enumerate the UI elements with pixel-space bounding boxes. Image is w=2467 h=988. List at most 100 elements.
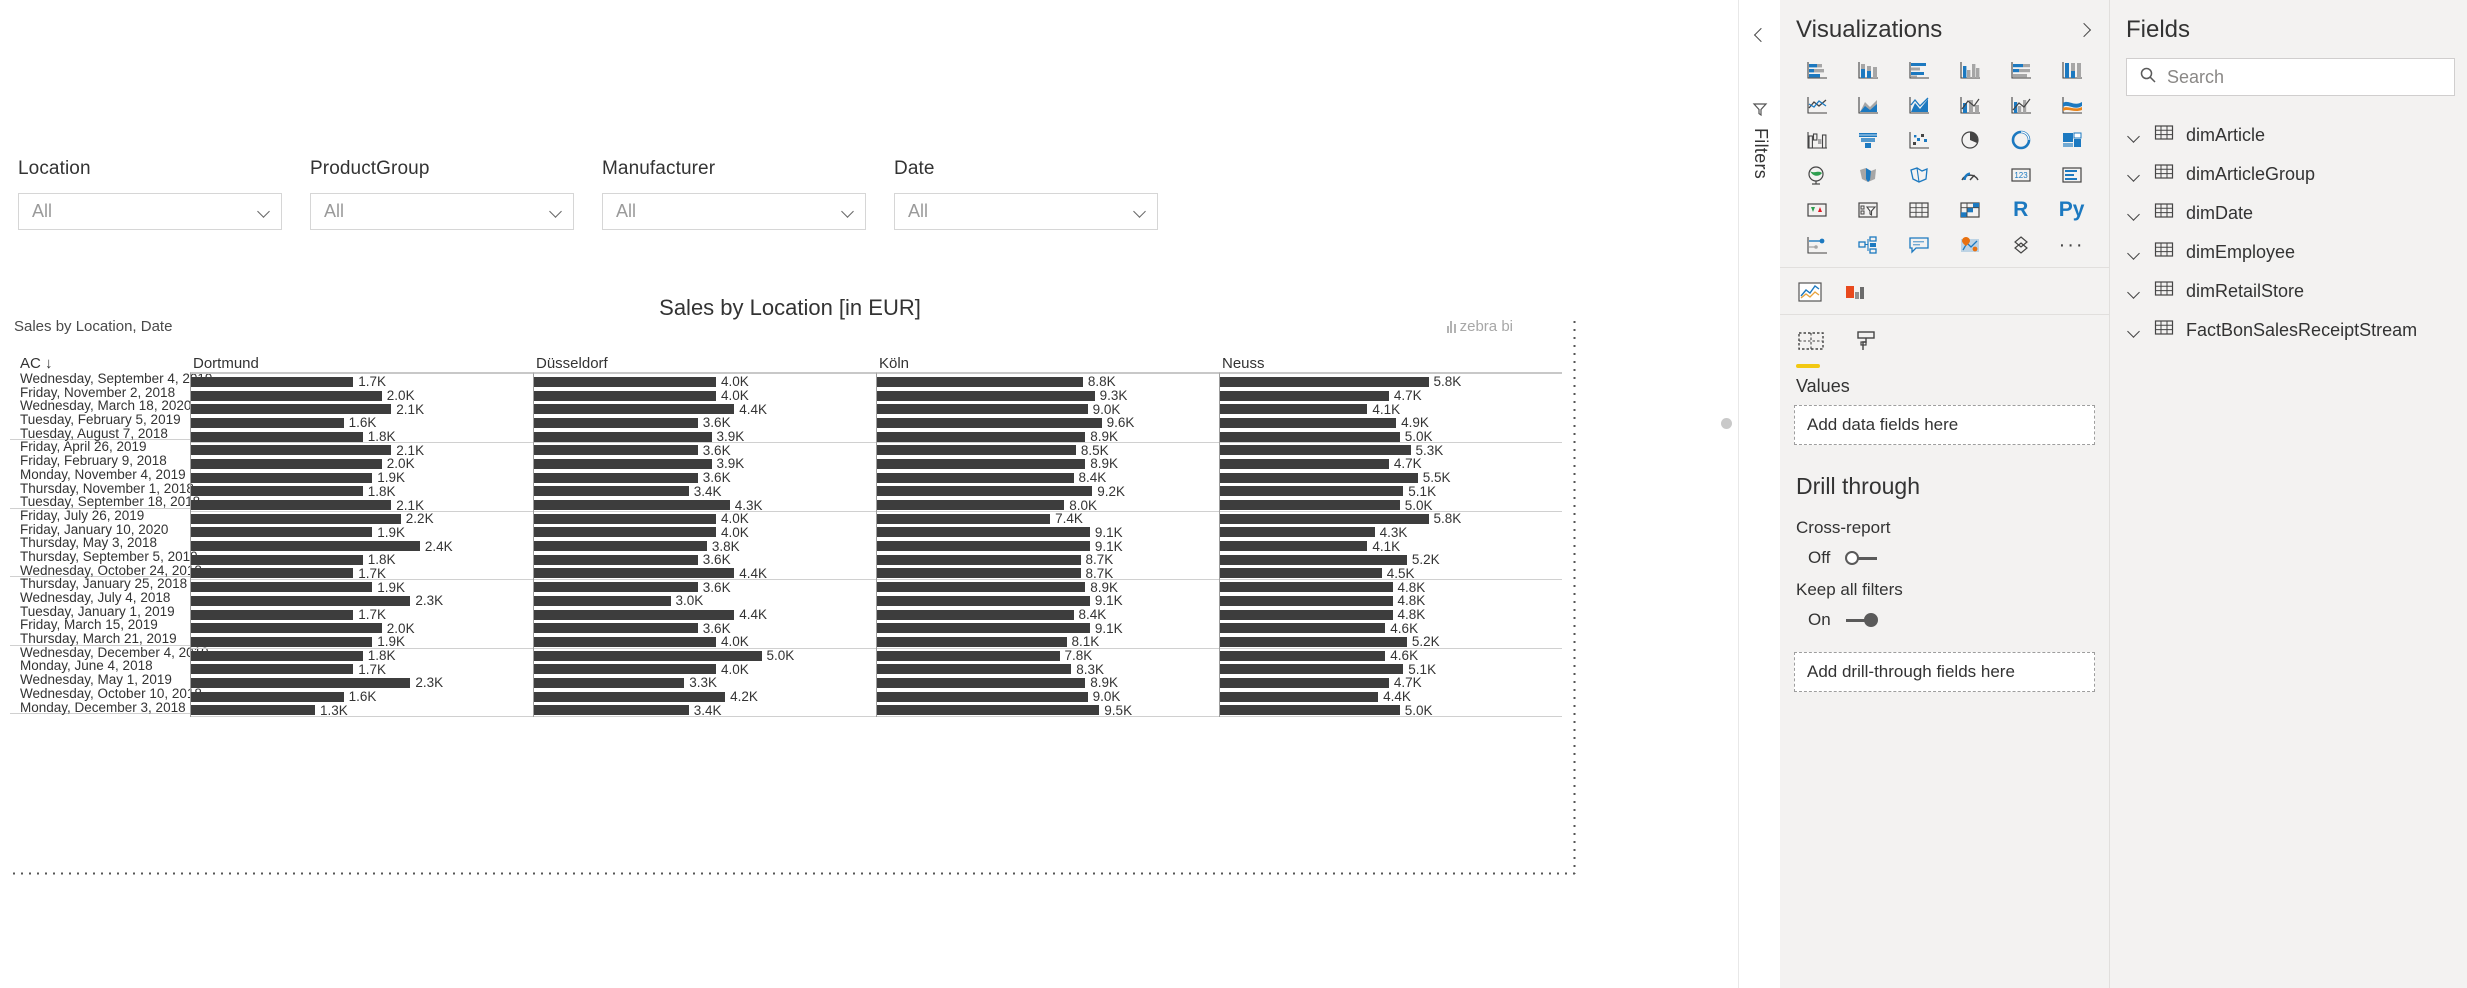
bar-row[interactable]: 8.4K (877, 470, 1219, 485)
bar-row[interactable]: 3.6K (534, 621, 876, 636)
bar[interactable] (1220, 664, 1404, 675)
bar[interactable] (534, 500, 730, 511)
bar[interactable] (191, 458, 382, 469)
arcgis-map-icon[interactable] (1946, 231, 1993, 259)
bar[interactable] (877, 609, 1074, 620)
bar[interactable] (191, 677, 411, 688)
bar-row[interactable]: 4.2K (534, 689, 876, 704)
bar-row[interactable]: 3.6K (534, 552, 876, 567)
field-table-dimEmployee[interactable]: dimEmployee (2110, 233, 2467, 272)
bar[interactable] (877, 404, 1088, 415)
bar[interactable] (534, 404, 735, 415)
bar-row[interactable]: 2.4K (191, 539, 533, 554)
row-label[interactable]: Wednesday, March 18, 2020 (10, 399, 191, 413)
bar[interactable] (877, 595, 1090, 606)
visual-scroll-thumb[interactable] (1721, 418, 1732, 429)
tab-fields[interactable] (1796, 329, 1826, 368)
bar-row[interactable]: 4.0K (534, 525, 876, 540)
bar[interactable] (877, 541, 1090, 552)
bar-row[interactable]: 4.4K (534, 566, 876, 581)
bar[interactable] (534, 691, 726, 702)
filled-map-icon[interactable] (1845, 161, 1892, 189)
bar[interactable] (534, 541, 707, 552)
python-visual-icon[interactable]: Py (2048, 196, 2095, 224)
chevron-down-icon[interactable] (2126, 167, 2142, 183)
row-label[interactable]: Monday, November 4, 2019 (10, 468, 190, 482)
bar-row[interactable]: 9.0K (877, 402, 1219, 417)
bar[interactable] (1220, 554, 1407, 565)
chevron-down-icon[interactable] (2126, 128, 2142, 144)
bar[interactable] (1220, 527, 1375, 538)
slicer-dropdown[interactable]: All (18, 193, 282, 230)
bar[interactable] (1220, 513, 1429, 524)
bar[interactable] (877, 431, 1086, 442)
bar[interactable] (877, 554, 1081, 565)
bar-row[interactable]: 5.0K (1220, 703, 1562, 718)
chevron-down-icon[interactable] (258, 205, 272, 219)
bar[interactable] (191, 472, 373, 483)
bar[interactable] (534, 390, 716, 401)
bar[interactable] (534, 445, 698, 456)
bar-row[interactable]: 4.3K (534, 498, 876, 513)
bar-row[interactable]: 8.4K (877, 607, 1219, 622)
bar[interactable] (534, 513, 716, 524)
bar-row[interactable]: 4.4K (534, 402, 876, 417)
bar-row[interactable]: 4.6K (1220, 648, 1562, 663)
expand-pane-chevron-right-icon[interactable] (2075, 21, 2093, 39)
bar[interactable] (191, 404, 392, 415)
bar-row[interactable]: 9.1K (877, 593, 1219, 608)
bar[interactable] (877, 513, 1051, 524)
bar-row[interactable]: 1.8K (191, 429, 533, 444)
column-header-düsseldorf[interactable]: Düsseldorf (533, 355, 876, 372)
collapse-pane-chevron-left-icon[interactable] (1747, 24, 1771, 48)
values-dropzone[interactable]: Add data fields here (1794, 405, 2095, 445)
bar[interactable] (191, 650, 363, 661)
bar[interactable] (1220, 582, 1393, 593)
bar[interactable] (534, 431, 712, 442)
bar[interactable] (1220, 472, 1418, 483)
bar-row[interactable]: 5.8K (1220, 374, 1562, 389)
filters-pane-label[interactable]: Filters (1750, 128, 1771, 179)
bar[interactable] (1220, 568, 1382, 579)
bar-row[interactable]: 9.0K (877, 689, 1219, 704)
bar[interactable] (191, 417, 344, 428)
zebra-bi-charts-icon[interactable] (1794, 278, 1826, 306)
bar-row[interactable]: 5.2K (1220, 552, 1562, 567)
qna-icon[interactable] (1896, 231, 1943, 259)
field-table-dimDate[interactable]: dimDate (2110, 194, 2467, 233)
treemap-icon[interactable] (2048, 126, 2095, 154)
bar-row[interactable]: 3.4K (534, 703, 876, 718)
cross-report-toggle[interactable] (1839, 550, 1879, 566)
bar-row[interactable]: 9.3K (877, 388, 1219, 403)
bar-row[interactable]: 1.8K (191, 552, 533, 567)
bar-row[interactable]: 1.9K (191, 470, 533, 485)
bar[interactable] (877, 623, 1090, 634)
bar-row[interactable]: 1.8K (191, 648, 533, 663)
bar[interactable] (877, 636, 1067, 647)
bar-row[interactable]: 4.7K (1220, 675, 1562, 690)
bar-row[interactable]: 2.0K (191, 621, 533, 636)
column-header-neuss[interactable]: Neuss (1219, 355, 1562, 372)
search-input[interactable]: Search (2126, 58, 2455, 96)
bar[interactable] (1220, 458, 1389, 469)
bar[interactable] (877, 650, 1060, 661)
row-label[interactable]: Tuesday, January 1, 2019 (10, 604, 190, 619)
bar[interactable] (191, 636, 373, 647)
row-label[interactable]: Thursday, January 25, 2018 (10, 577, 190, 591)
stacked-bar-chart-icon[interactable] (1794, 56, 1841, 84)
line-chart-icon[interactable] (1794, 91, 1841, 119)
bar-row[interactable]: 4.0K (534, 388, 876, 403)
bar[interactable] (191, 554, 363, 565)
bar[interactable] (1220, 677, 1389, 688)
bar-row[interactable]: 8.9K (877, 456, 1219, 471)
field-table-dimArticle[interactable]: dimArticle (2110, 116, 2467, 155)
waterfall-chart-icon[interactable] (1794, 126, 1841, 154)
bar[interactable] (1220, 417, 1397, 428)
bar[interactable] (877, 664, 1072, 675)
bar-row[interactable]: 4.8K (1220, 607, 1562, 622)
row-label[interactable]: Friday, January 10, 2020 (10, 522, 190, 537)
bar[interactable] (191, 541, 420, 552)
chevron-down-icon[interactable] (2126, 323, 2142, 339)
bar[interactable] (1220, 609, 1393, 620)
bar[interactable] (191, 595, 411, 606)
